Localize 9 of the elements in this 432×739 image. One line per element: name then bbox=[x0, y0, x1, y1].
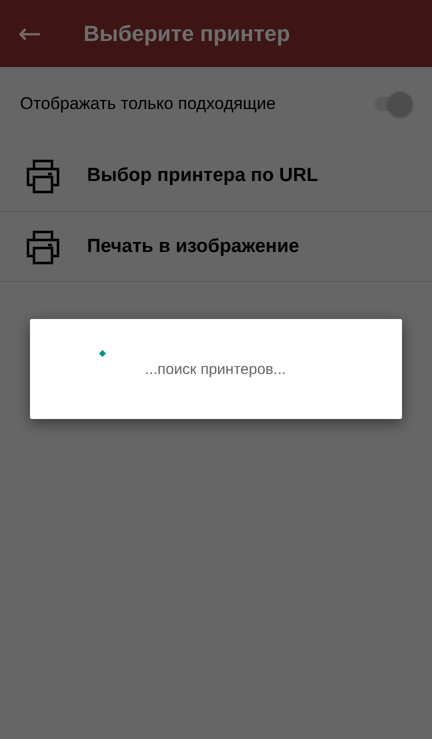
printer-icon bbox=[25, 158, 61, 194]
printer-icon bbox=[25, 228, 61, 264]
printer-item[interactable]: Выбор принтера по URL bbox=[0, 140, 432, 212]
back-button[interactable]: ← bbox=[14, 20, 46, 48]
filter-label: Отображать только подходящие bbox=[20, 94, 276, 114]
printer-item[interactable]: Печать в изображение bbox=[0, 212, 432, 282]
progress-message: ...поиск принтеров... bbox=[145, 361, 286, 378]
screen-title: Выберите принтер bbox=[83, 20, 290, 46]
spinner-icon bbox=[99, 350, 106, 357]
